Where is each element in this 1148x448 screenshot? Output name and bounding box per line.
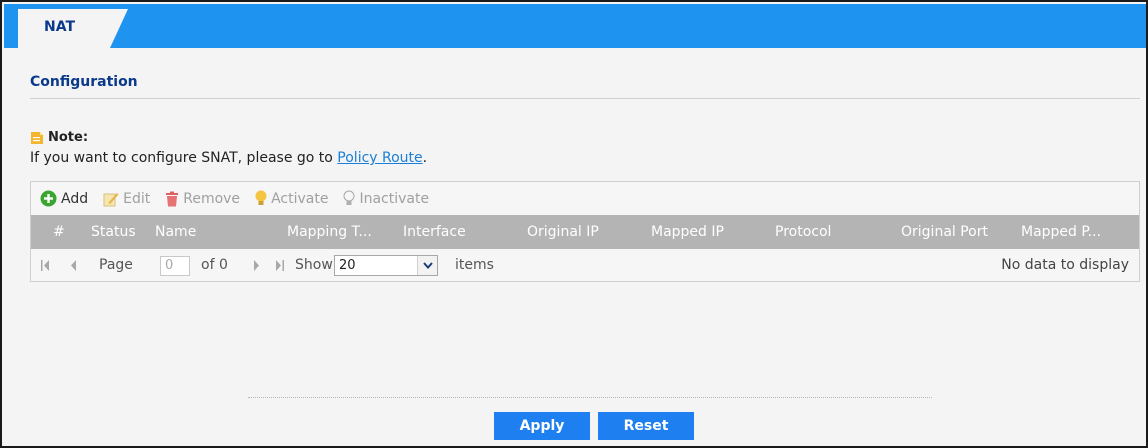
page-count-label: of 0 bbox=[201, 257, 228, 273]
note-text-before: If you want to configure SNAT, please go… bbox=[30, 150, 338, 166]
policy-route-link[interactable]: Policy Route bbox=[337, 150, 422, 166]
page-size-value: 20 bbox=[339, 258, 356, 273]
edit-button[interactable]: Edit bbox=[103, 191, 150, 207]
apply-button[interactable]: Apply bbox=[494, 412, 590, 440]
activate-label: Activate bbox=[271, 190, 329, 207]
nat-panel: NAT Configuration Note: If you want to c… bbox=[0, 0, 1148, 448]
column-header-number[interactable]: # bbox=[53, 215, 69, 249]
column-header-original-port[interactable]: Original Port bbox=[901, 215, 1017, 249]
section-divider bbox=[30, 98, 1140, 99]
add-button[interactable]: Add bbox=[40, 190, 88, 207]
pagination-bar: Page 0 of 0 Show 20 items No data to dis… bbox=[31, 249, 1139, 282]
column-header-mapped-port[interactable]: Mapped P... bbox=[1021, 215, 1135, 249]
activate-button[interactable]: Activate bbox=[255, 190, 328, 207]
edit-icon bbox=[103, 192, 119, 206]
column-header-name[interactable]: Name bbox=[155, 215, 285, 249]
tab-nat[interactable]: NAT bbox=[18, 9, 128, 48]
add-icon bbox=[40, 190, 57, 207]
column-header-protocol[interactable]: Protocol bbox=[775, 215, 899, 249]
page-label: Page bbox=[99, 257, 133, 273]
note-label: Note: bbox=[48, 130, 89, 145]
bottom-divider bbox=[248, 397, 932, 398]
table-toolbar: Add Edit Remove Activate Inactivate bbox=[31, 182, 1139, 215]
next-page-icon[interactable] bbox=[251, 260, 261, 271]
column-header-mapping-type[interactable]: Mapping T... bbox=[287, 215, 401, 249]
section-title: Configuration bbox=[30, 74, 138, 90]
table-header: # Status Name Mapping T... Interface Ori… bbox=[31, 215, 1139, 249]
column-header-status[interactable]: Status bbox=[91, 215, 151, 249]
show-label: Show bbox=[295, 257, 333, 273]
previous-page-icon[interactable] bbox=[69, 260, 79, 271]
tab-bar: NAT bbox=[4, 4, 1146, 48]
items-label: items bbox=[455, 257, 494, 273]
note-icon bbox=[31, 132, 43, 144]
page-number-input[interactable]: 0 bbox=[160, 256, 190, 276]
edit-label: Edit bbox=[123, 190, 151, 207]
reset-button[interactable]: Reset bbox=[598, 412, 694, 440]
note-text: If you want to configure SNAT, please go… bbox=[30, 150, 427, 166]
trash-icon bbox=[166, 191, 179, 206]
column-header-interface[interactable]: Interface bbox=[403, 215, 523, 249]
note-text-after: . bbox=[422, 150, 428, 166]
empty-table-message: No data to display bbox=[1001, 257, 1129, 273]
column-header-original-ip[interactable]: Original IP bbox=[527, 215, 647, 249]
inactivate-button[interactable]: Inactivate bbox=[343, 190, 429, 207]
column-header-mapped-ip[interactable]: Mapped IP bbox=[651, 215, 771, 249]
last-page-icon[interactable] bbox=[274, 260, 284, 271]
lightbulb-off-icon bbox=[343, 190, 355, 205]
remove-label: Remove bbox=[183, 190, 241, 207]
lightbulb-on-icon bbox=[255, 190, 267, 205]
first-page-icon[interactable] bbox=[41, 260, 51, 271]
nat-rules-table: Add Edit Remove Activate Inactivate # St… bbox=[30, 181, 1140, 282]
inactivate-label: Inactivate bbox=[359, 190, 430, 207]
page-size-select[interactable]: 20 bbox=[334, 255, 438, 276]
chevron-down-icon bbox=[417, 256, 437, 275]
remove-button[interactable]: Remove bbox=[165, 191, 240, 207]
add-label: Add bbox=[61, 190, 89, 207]
